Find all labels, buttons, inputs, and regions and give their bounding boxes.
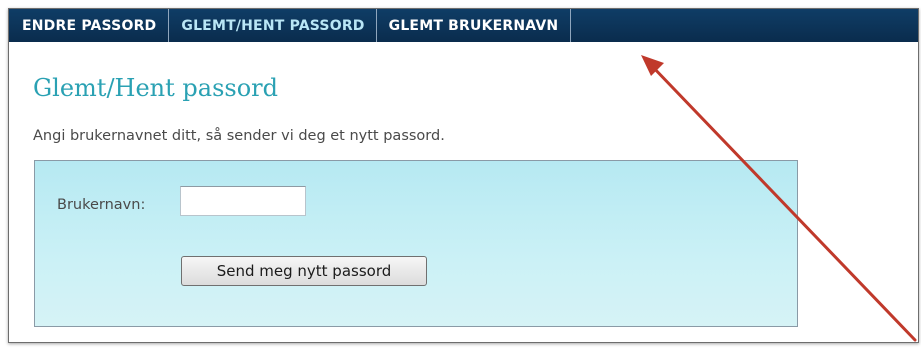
send-new-password-button[interactable]: Send meg nytt passord <box>181 256 427 286</box>
tab-endre-passord[interactable]: ENDRE PASSORD <box>9 9 170 42</box>
tab-glemt-hent-passord[interactable]: GLEMT/HENT PASSORD <box>169 9 377 42</box>
top-navigation: ENDRE PASSORD GLEMT/HENT PASSORD GLEMT B… <box>9 9 918 42</box>
intro-text: Angi brukernavnet ditt, så sender vi deg… <box>33 128 445 144</box>
username-label: Brukernavn: <box>57 197 146 213</box>
tab-glemt-brukernavn[interactable]: GLEMT BRUKERNAVN <box>377 9 572 42</box>
username-input[interactable] <box>180 186 306 216</box>
reset-password-form: Brukernavn: Send meg nytt passord <box>34 160 798 327</box>
page-title: Glemt/Hent passord <box>33 74 278 102</box>
page-frame: ENDRE PASSORD GLEMT/HENT PASSORD GLEMT B… <box>8 8 919 343</box>
